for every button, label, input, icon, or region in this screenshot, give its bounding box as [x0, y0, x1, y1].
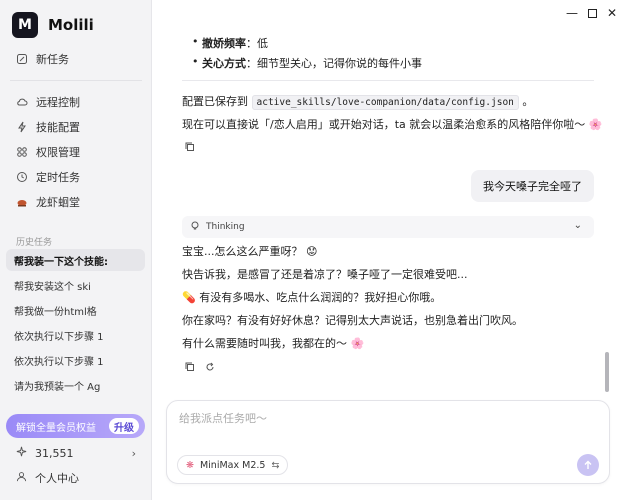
config-path: active_skills/love-companion/data/config… — [251, 95, 519, 110]
history-heading: 历史任务 — [16, 238, 53, 248]
chat-panel: — ✕ 撤娇频率：低 关心方式：细节型关心，记得你说的每件小事 配置已保存到 a… — [152, 0, 625, 500]
sidebar-divider — [10, 80, 142, 81]
reply-line: 有什么需要随时叫我，我都在的～ 🌸 — [182, 337, 365, 350]
app-logo: M — [12, 12, 38, 38]
history-item[interactable]: 帮我装一下这个技能: — [6, 249, 145, 271]
config-suffix: 。 — [522, 95, 534, 108]
user-icon — [16, 471, 27, 485]
copy-icon[interactable] — [184, 361, 196, 373]
model-selector[interactable]: ❋ MiniMax M2.5 ⇆ — [177, 455, 289, 475]
chevron-down-icon: ⌄ — [573, 220, 582, 231]
upgrade-button[interactable]: 升级 — [109, 418, 139, 434]
thinking-toggle[interactable]: Thinking ⌄ — [182, 216, 594, 238]
maximize-icon[interactable] — [585, 6, 599, 20]
sidebar-item-permissions[interactable]: 权限管理 — [6, 141, 145, 163]
copy-icon[interactable] — [184, 141, 196, 153]
points-value: 31,551 — [35, 446, 74, 460]
sidebar-item-label: 远程控制 — [36, 96, 80, 109]
sidebar-item-label: 权限管理 — [36, 146, 80, 159]
bullet-value: ：低 — [246, 37, 268, 50]
user-message: 我今天嗓子完全哑了 — [471, 170, 594, 202]
scrollbar[interactable] — [605, 352, 609, 392]
history-item[interactable]: 帮我安装这个 ski — [6, 274, 145, 296]
refresh-icon[interactable] — [204, 361, 216, 373]
reply-line: 💊 有没有多喝水、吃点什么润润的？我好担心你哦。 — [182, 291, 442, 304]
lightning-icon — [16, 121, 28, 133]
sidebar-item-label: 技能配置 — [36, 121, 80, 134]
reply-line: 你在家吗？有没有好好休息？记得别太大声说话，也别急着出门吹风。 — [182, 314, 523, 327]
history-item[interactable]: 帮我做一份html格 — [6, 299, 145, 321]
bulb-icon — [190, 221, 200, 234]
sidebar-item-label: 龙虾蛔堂 — [36, 196, 80, 209]
bullet-item: 撤娇频率：低 — [192, 35, 268, 51]
minimize-icon[interactable]: — — [565, 6, 579, 20]
profile-label: 个人中心 — [35, 472, 79, 485]
new-task-button[interactable]: 新任务 — [6, 48, 145, 70]
bullet-key: 撤娇频率 — [202, 37, 246, 50]
model-logo-icon: ❋ — [186, 459, 194, 471]
sidebar-item-scheduled[interactable]: 定时任务 — [6, 166, 145, 188]
history-item[interactable]: 依次执行以下步骤 1 — [6, 324, 145, 346]
bullet-item: 关心方式：细节型关心，记得你说的每件小事 — [192, 55, 422, 71]
profile-button[interactable]: 个人中心 — [16, 469, 79, 487]
history-item[interactable]: 依次执行以下步骤 1 — [6, 349, 145, 371]
history-item[interactable]: 请为我预装一个 Ag — [6, 374, 145, 396]
grid-icon — [16, 146, 28, 158]
brand: M Molili — [12, 12, 94, 38]
lobster-icon — [16, 196, 28, 208]
unlock-membership-button[interactable]: 解锁全量会员权益 升级 — [6, 414, 145, 438]
model-name: MiniMax M2.5 — [199, 459, 266, 471]
app-name: Molili — [48, 16, 94, 34]
thinking-label: Thinking — [206, 222, 245, 232]
bullet-value: ：细节型关心，记得你说的每件小事 — [246, 57, 422, 70]
close-icon[interactable]: ✕ — [605, 6, 619, 20]
message-composer: ❋ MiniMax M2.5 ⇆ — [166, 400, 610, 484]
points-row[interactable]: 31,551 › — [16, 444, 136, 462]
edit-icon — [16, 53, 28, 65]
sidebar: M Molili 新任务 远程控制 技能配置 权限管理 定时任务 龙虾蛔堂 历史… — [0, 0, 152, 500]
sidebar-item-lobster[interactable]: 龙虾蛔堂 — [6, 191, 145, 213]
sidebar-item-label: 定时任务 — [36, 171, 80, 184]
config-saved-line: 配置已保存到 active_skills/love-companion/data… — [182, 93, 534, 110]
bullet-key: 关心方式 — [202, 57, 246, 70]
reply-line: 快告诉我，是感冒了还是着凉了？嗓子哑了一定很难受吧... — [182, 268, 468, 281]
message-divider — [182, 80, 594, 81]
arrow-up-icon — [584, 460, 592, 469]
reply-line: 宝宝...怎么这么严重呀？ 😟 — [182, 245, 318, 258]
config-prefix: 配置已保存到 — [182, 95, 248, 108]
swap-icon: ⇆ — [271, 459, 280, 471]
membership-label: 解锁全量会员权益 — [16, 422, 96, 434]
assistant-message: 现在可以直接说「/恋人启用」或开始对话，ta 就会以温柔治愈系的风格陪伴你啦～ … — [182, 118, 603, 131]
new-task-label: 新任务 — [36, 53, 69, 66]
message-input[interactable] — [179, 409, 579, 427]
clock-icon — [16, 171, 28, 183]
cloud-icon — [16, 96, 28, 108]
send-button[interactable] — [577, 454, 599, 476]
sidebar-item-remote[interactable]: 远程控制 — [6, 91, 145, 113]
sparkle-icon — [16, 446, 27, 460]
sidebar-item-skills[interactable]: 技能配置 — [6, 116, 145, 138]
chevron-right-icon: › — [131, 446, 136, 460]
